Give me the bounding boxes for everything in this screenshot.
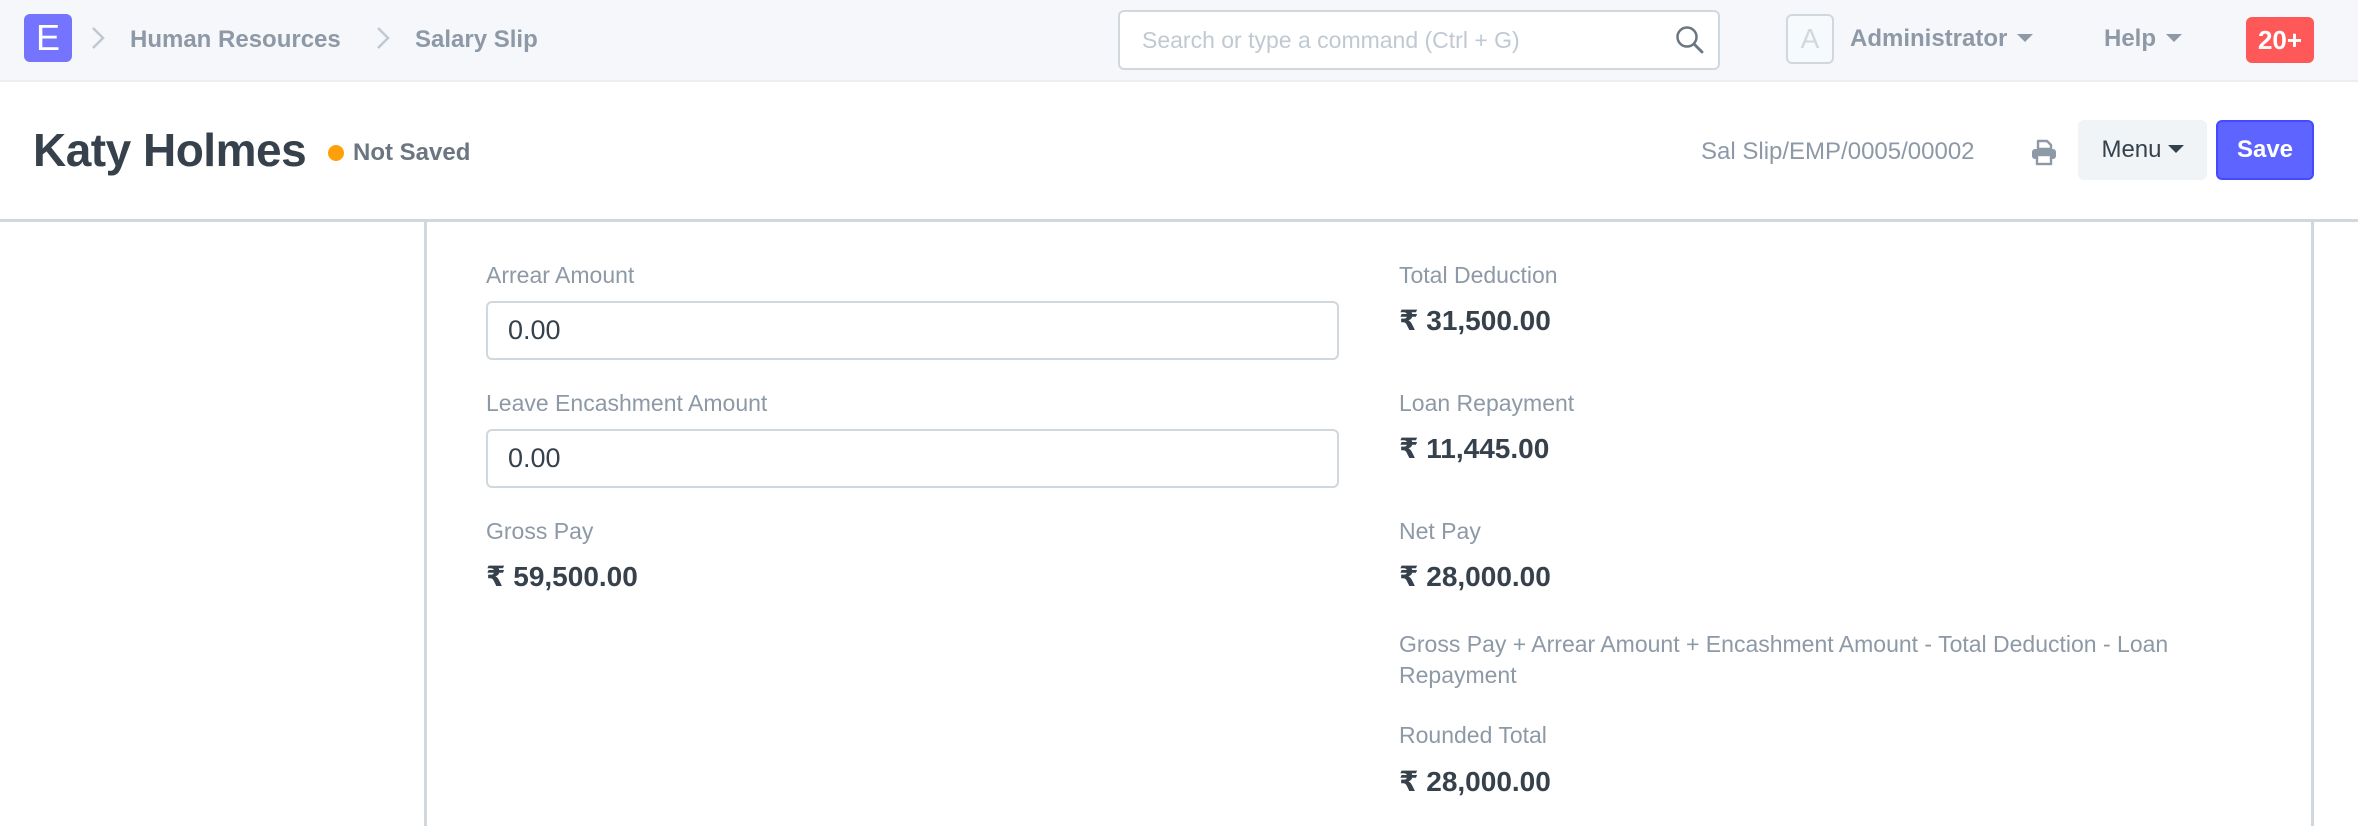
document-name: Sal Slip/EMP/0005/00002 <box>1701 138 1975 165</box>
print-icon[interactable] <box>2030 138 2058 166</box>
caret-down-icon <box>2017 33 2034 42</box>
leave-encashment-amount-label: Leave Encashment Amount <box>486 390 768 416</box>
chevron-right-icon <box>377 27 390 49</box>
net-pay-description: Gross Pay + Arrear Amount + Encashment A… <box>1399 631 2169 688</box>
breadcrumb-human-resources[interactable]: Human Resources <box>130 24 341 56</box>
user-name: Administrator <box>1850 25 2008 52</box>
status-indicator-dot <box>328 145 344 161</box>
help-dropdown[interactable]: Help <box>2104 22 2183 56</box>
search-icon[interactable] <box>1674 24 1706 56</box>
net-pay-label: Net Pay <box>1399 518 1481 544</box>
chevron-right-icon <box>92 27 105 49</box>
notifications-badge[interactable]: 20+ <box>2246 17 2314 63</box>
save-button[interactable]: Save <box>2216 120 2314 180</box>
caret-down-icon <box>2167 144 2184 153</box>
net-pay-value: ₹ 28,000.00 <box>1399 561 1551 592</box>
arrear-amount-label: Arrear Amount <box>486 262 635 288</box>
page-head: Katy Holmes Not Saved Sal Slip/EMP/0005/… <box>0 82 2358 222</box>
gross-pay-value: ₹ 59,500.00 <box>486 561 638 592</box>
leave-encashment-amount-input[interactable] <box>486 429 1339 488</box>
loan-repayment-label: Loan Repayment <box>1399 390 1575 416</box>
search-bar <box>1118 10 1720 70</box>
arrear-amount-input[interactable] <box>486 301 1339 360</box>
loan-repayment-value: ₹ 11,445.00 <box>1399 433 1550 464</box>
caret-down-icon <box>2166 33 2183 42</box>
rounded-total-label: Rounded Total <box>1399 722 1547 748</box>
search-input[interactable] <box>1120 12 1660 68</box>
menu-button[interactable]: Menu <box>2078 120 2207 180</box>
navbar: E Human Resources Salary Slip A Administ… <box>0 0 2358 82</box>
help-label: Help <box>2104 25 2157 52</box>
user-avatar[interactable]: A <box>1786 14 1834 64</box>
breadcrumb-salary-slip[interactable]: Salary Slip <box>415 24 538 56</box>
app-logo[interactable]: E <box>24 14 72 62</box>
gross-pay-label: Gross Pay <box>486 518 594 544</box>
status-indicator: Not Saved <box>353 139 471 166</box>
page-title: Katy Holmes <box>33 124 307 176</box>
menu-label: Menu <box>2101 136 2162 163</box>
form-section: Arrear Amount Leave Encashment Amount Gr… <box>424 222 2314 826</box>
user-menu-dropdown[interactable]: Administrator <box>1850 22 2034 56</box>
total-deduction-label: Total Deduction <box>1399 262 1558 288</box>
rounded-total-value: ₹ 28,000.00 <box>1399 766 1551 797</box>
total-deduction-value: ₹ 31,500.00 <box>1399 305 1551 336</box>
